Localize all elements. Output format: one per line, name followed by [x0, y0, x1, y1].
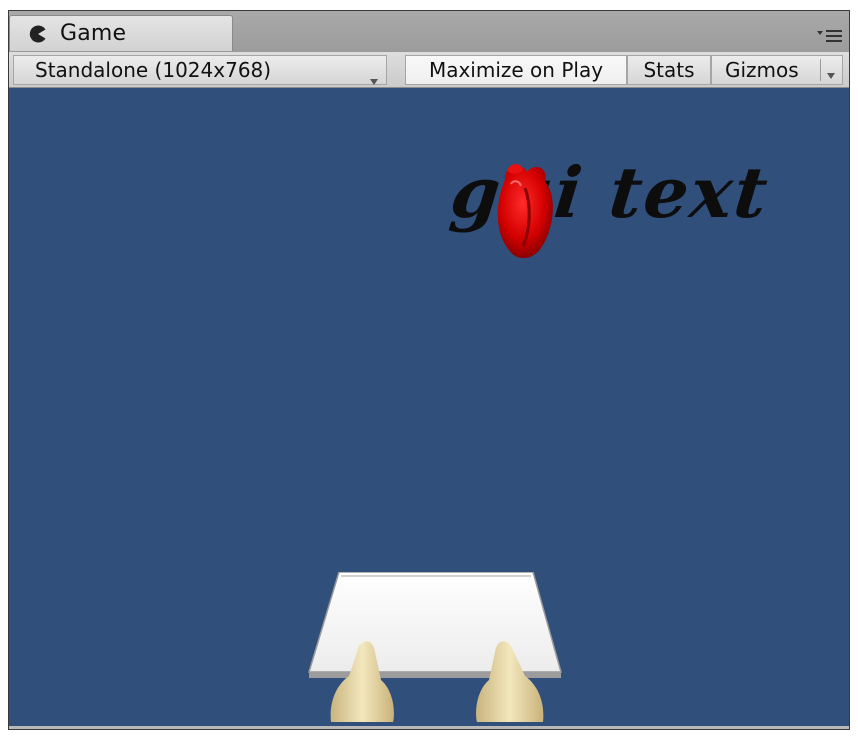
game-window: Game Standalone (1024x768) Maximize on P…: [8, 10, 850, 730]
game-viewport[interactable]: gui text: [9, 88, 849, 729]
pacman-icon: [28, 23, 50, 45]
dropdown-arrow-icon: [370, 66, 378, 90]
gizmos-label: Gizmos: [725, 58, 799, 82]
gizmos-dropdown[interactable]: Gizmos: [711, 55, 843, 85]
game-toolbar: Standalone (1024x768) Maximize on Play S…: [9, 51, 849, 88]
maximize-label: Maximize on Play: [428, 58, 604, 82]
stats-toggle[interactable]: Stats: [627, 55, 711, 85]
bottom-border: [9, 726, 849, 729]
tab-label: Game: [60, 21, 127, 46]
maximize-on-play-toggle[interactable]: Maximize on Play: [405, 55, 627, 85]
tab-strip: Game: [9, 11, 849, 51]
aspect-dropdown[interactable]: Standalone (1024x768): [13, 55, 387, 85]
dropdown-arrow-icon[interactable]: [826, 61, 836, 85]
tab-game[interactable]: Game: [9, 15, 233, 51]
player-tray: [299, 571, 569, 729]
gizmos-separator: [820, 59, 821, 81]
heart-icon: [483, 158, 563, 268]
stats-label: Stats: [643, 58, 695, 82]
aspect-label: Standalone (1024x768): [35, 58, 272, 82]
pane-menu-icon[interactable]: [815, 27, 845, 47]
